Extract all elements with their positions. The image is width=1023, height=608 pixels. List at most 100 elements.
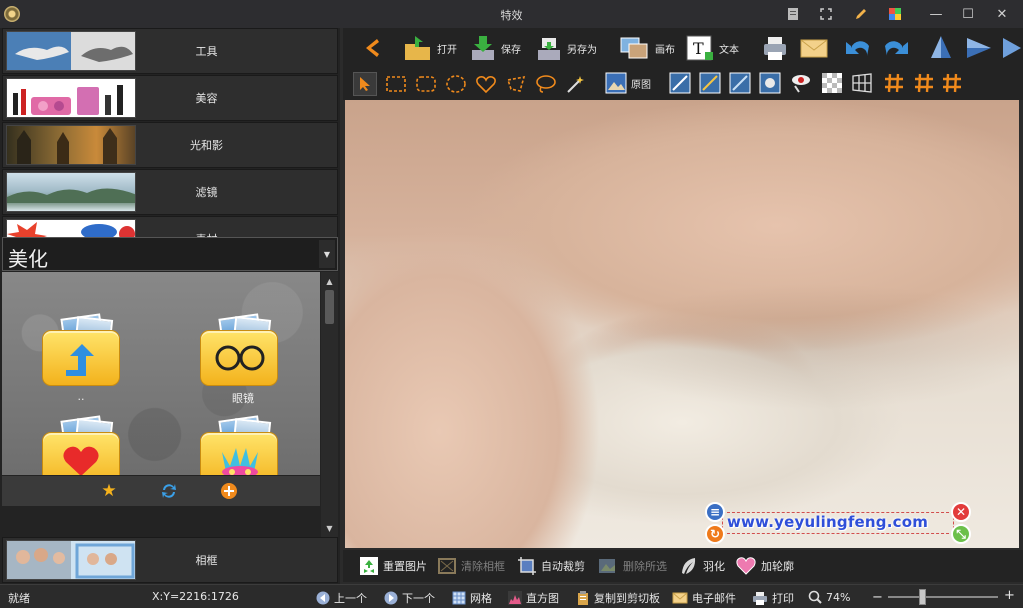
hash-grid-icon (915, 73, 933, 93)
effect-tool-2[interactable] (699, 72, 721, 94)
pencil-icon[interactable] (850, 4, 872, 24)
flip-horizontal-button[interactable] (965, 34, 993, 62)
grid-toggle-button[interactable]: 网格 (452, 590, 492, 606)
flip-vertical-icon (931, 36, 951, 58)
scroll-up-arrow-icon[interactable]: ▲ (321, 274, 338, 288)
transparency-tool[interactable] (821, 72, 843, 94)
next-image-button[interactable]: 下一个 (384, 590, 435, 606)
add-circle-icon[interactable] (218, 480, 240, 502)
grid-tool-1[interactable] (883, 72, 905, 94)
zoom-indicator[interactable]: 74% (808, 590, 850, 604)
envelope-icon (800, 39, 828, 58)
redo-button[interactable] (881, 34, 911, 62)
reset-image-button[interactable]: 重置图片 (359, 556, 427, 576)
image-canvas[interactable]: www.yeyulingfeng.com ≡ ↻ ✕ ⤡ (345, 100, 1019, 548)
refresh-icon[interactable] (158, 480, 180, 502)
magic-wand-tool[interactable] (565, 74, 587, 94)
text-button[interactable]: T 文本 (685, 34, 739, 62)
scroll-down-arrow-icon[interactable]: ▼ (321, 521, 338, 535)
zoom-label: 74% (826, 590, 851, 604)
print-status-button[interactable]: 打印 (752, 590, 794, 606)
effect-tool-4[interactable] (759, 72, 781, 94)
back-button[interactable] (359, 36, 383, 60)
tools-thumbnail (6, 31, 136, 71)
photo-original-icon (605, 72, 627, 94)
grid-tool-2[interactable] (913, 72, 935, 94)
category-label: 滤镜 (195, 186, 218, 199)
category-filters[interactable]: 滤镜 (2, 169, 338, 215)
folder-hearts[interactable] (42, 415, 120, 475)
rounded-select-tool[interactable] (415, 74, 437, 94)
text-label: 文本 (719, 44, 739, 56)
print-button[interactable] (761, 34, 789, 62)
chevron-down-icon[interactable]: ▼ (319, 240, 335, 268)
resize-handle-icon[interactable]: ⤡ (951, 524, 971, 544)
folder-label: .. (77, 390, 85, 403)
add-outline-button[interactable]: 加轮廓 (735, 556, 794, 576)
delete-handle-icon[interactable]: ✕ (951, 502, 971, 522)
canvas-button[interactable]: 画布 (619, 34, 675, 62)
auto-crop-button[interactable]: 自动裁剪 (517, 556, 585, 576)
zoom-in-button[interactable]: + (1004, 588, 1015, 603)
watermark-text[interactable]: www.yeyulingfeng.com (727, 513, 928, 531)
ellipse-select-tool[interactable] (445, 74, 467, 94)
zoom-slider-thumb[interactable] (919, 589, 926, 605)
minimize-button[interactable]: — (920, 0, 952, 28)
effect-group-dropdown[interactable]: 美化 ▼ (2, 237, 338, 271)
category-beauty[interactable]: 美容 (2, 75, 338, 121)
effect-tool-1[interactable] (669, 72, 691, 94)
feather-button[interactable]: 羽化 (679, 556, 725, 576)
undo-button[interactable] (843, 34, 873, 62)
delete-selection-button[interactable]: 删除所选 (597, 556, 667, 576)
rotate-button[interactable] (1001, 34, 1023, 62)
pointer-tool[interactable] (353, 72, 377, 96)
fullscreen-icon[interactable] (815, 4, 837, 24)
save-button[interactable]: 保存 (469, 34, 521, 62)
rotate-handle-icon[interactable]: ↻ (705, 524, 725, 544)
perspective-grid-tool[interactable] (851, 72, 873, 94)
photo-content (345, 100, 1019, 548)
flip-horizontal-icon (967, 38, 991, 58)
save-label: 保存 (501, 44, 521, 56)
favorite-star-icon[interactable]: ★ (98, 480, 120, 502)
zoom-out-button[interactable]: − (872, 590, 883, 605)
histogram-button[interactable]: 直方图 (508, 590, 559, 606)
maximize-button[interactable]: ☐ (952, 0, 984, 28)
previous-image-button[interactable]: 上一个 (316, 590, 367, 606)
recycle-icon (360, 557, 378, 575)
text-tool-icon: T (686, 35, 713, 61)
folder-parent[interactable] (42, 313, 120, 386)
rect-select-tool[interactable] (385, 74, 407, 94)
page-icon[interactable] (782, 4, 804, 24)
email-button[interactable] (799, 34, 829, 62)
polygon-select-tool[interactable] (505, 74, 527, 94)
scroll-thumb[interactable] (325, 290, 334, 324)
heart-select-tool[interactable] (475, 74, 497, 94)
lasso-select-tool[interactable] (535, 74, 557, 94)
red-eye-tool[interactable] (789, 72, 813, 94)
color-palette-icon[interactable] (884, 4, 906, 24)
category-frames[interactable]: 相框 (2, 537, 338, 583)
zoom-slider-track[interactable] (888, 596, 998, 598)
open-button[interactable]: 打开 (403, 34, 457, 62)
previous-label: 上一个 (334, 592, 367, 605)
effect-tool-3[interactable] (729, 72, 751, 94)
reset-label: 重置图片 (383, 560, 427, 573)
save-as-button[interactable]: 另存为 (535, 34, 597, 62)
save-as-label: 另存为 (567, 44, 597, 56)
mask-icon (222, 448, 258, 475)
flip-vertical-button[interactable] (927, 34, 955, 62)
menu-handle-icon[interactable]: ≡ (705, 502, 725, 522)
clipboard-icon (578, 591, 588, 605)
folder-masks[interactable] (200, 415, 278, 475)
close-window-button[interactable]: ✕ (986, 0, 1018, 28)
copy-clipboard-button[interactable]: 复制到剪切板 (576, 590, 660, 606)
email-status-button[interactable]: 电子邮件 (672, 590, 736, 606)
folder-glasses[interactable] (200, 313, 278, 386)
category-light-shadow[interactable]: 光和影 (2, 122, 338, 168)
original-image-button[interactable]: 原图 (605, 72, 651, 94)
grid-tool-3[interactable] (941, 72, 963, 94)
category-tools[interactable]: 工具 (2, 28, 338, 74)
items-scrollbar[interactable]: ▲ ▼ (321, 272, 338, 537)
clear-frame-button[interactable]: 清除相框 (437, 556, 505, 576)
